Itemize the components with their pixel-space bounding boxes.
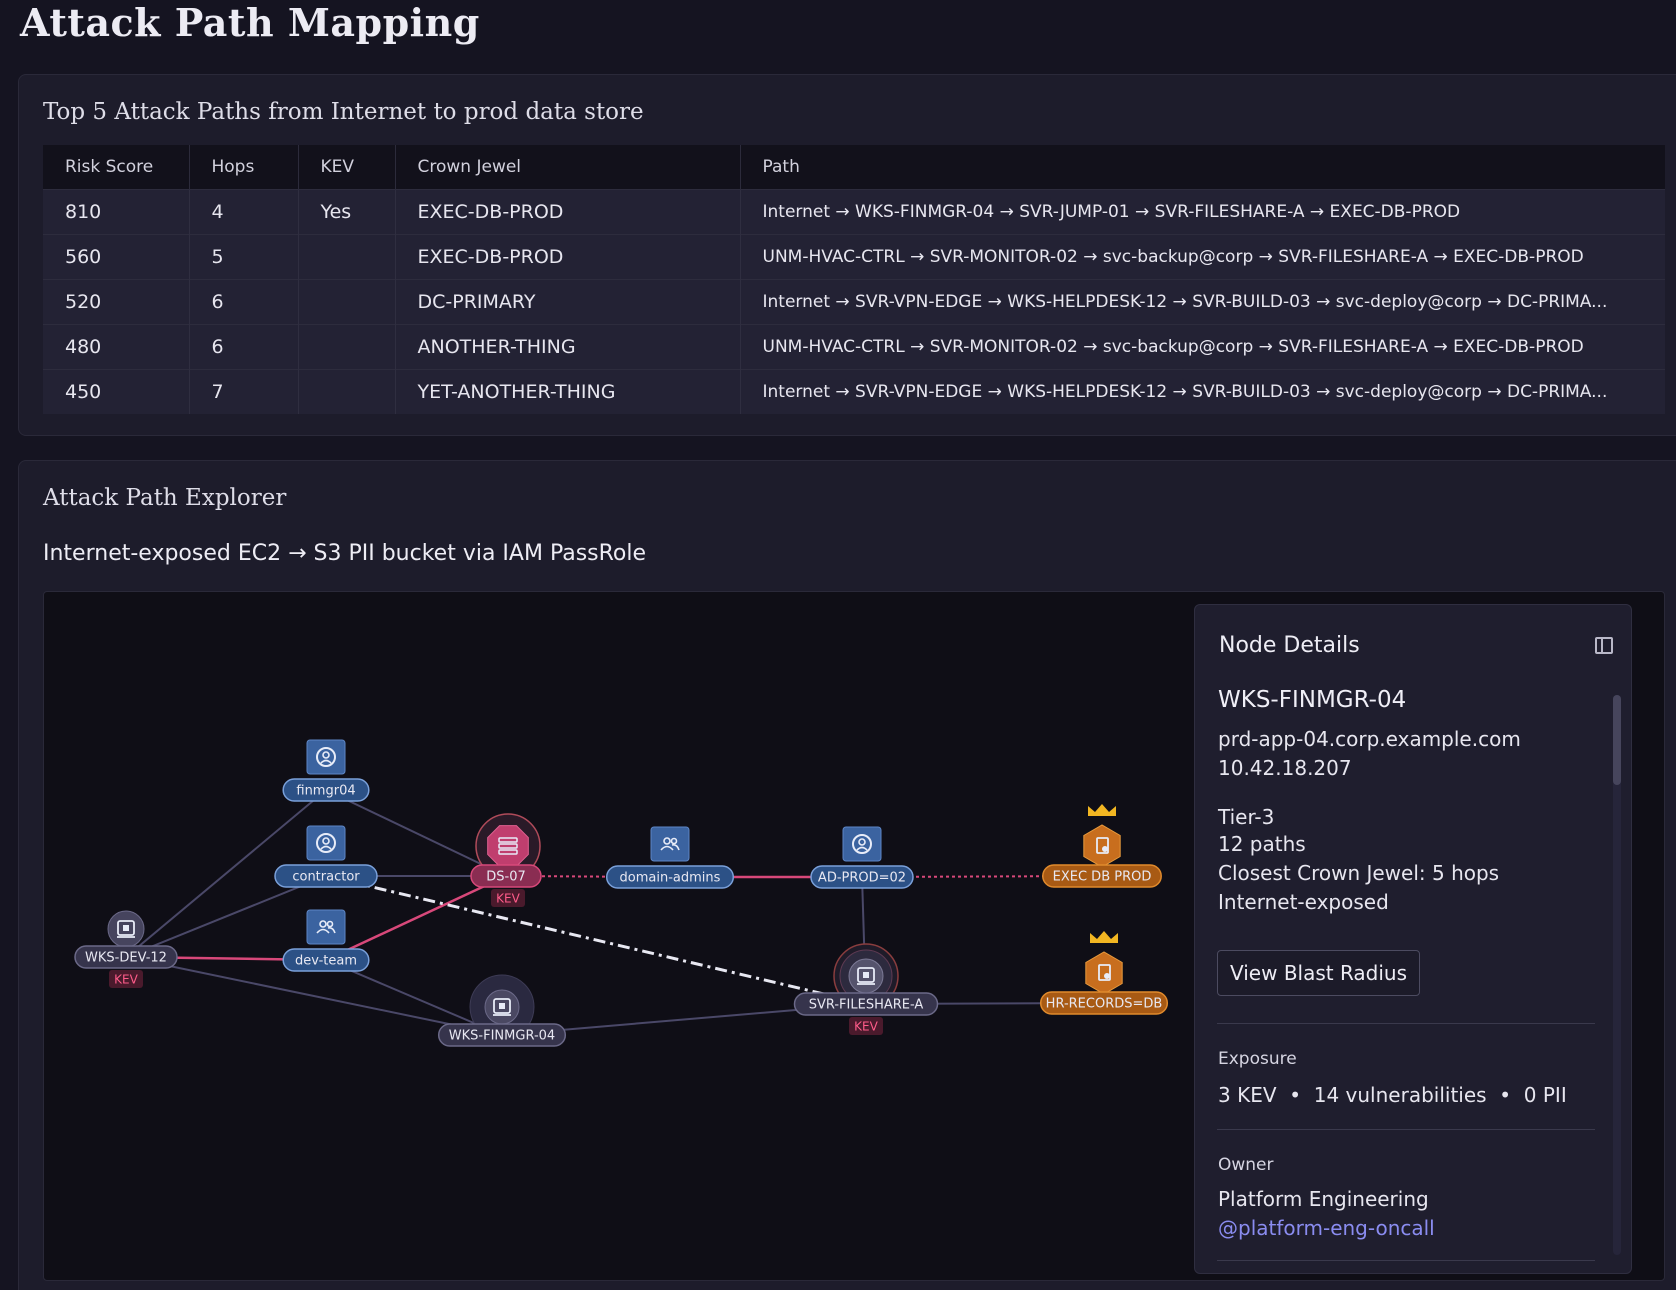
node-label: HR-RECORDS=DB xyxy=(1046,997,1163,1012)
node-tier: Tier-3 xyxy=(1218,805,1275,829)
node-path-count: 12 paths xyxy=(1218,832,1306,856)
path-link[interactable]: UNM-HVAC-CTRL → SVR-MONITOR-02 → svc-bac… xyxy=(740,323,1665,369)
node-label: domain-admins xyxy=(620,871,721,886)
attack-paths-table: Risk Score Hops KEV Crown Jewel Path 810… xyxy=(43,145,1665,414)
owner-team: Platform Engineering xyxy=(1218,1187,1429,1211)
path-link[interactable]: Internet → SVR-VPN-EDGE → WKS-HELPDESK-1… xyxy=(740,368,1665,414)
node-label: SVR-FILESHARE-A xyxy=(809,998,924,1013)
graph-edge xyxy=(325,874,867,1006)
explorer-title: Attack Path Explorer xyxy=(43,485,287,511)
crown-jewel-cell: YET-ANOTHER-THING xyxy=(395,368,741,414)
node-label: WKS-DEV-12 xyxy=(85,951,167,966)
node-exposure-flag: Internet-exposed xyxy=(1218,890,1389,914)
crown-jewel-cell: EXEC-DB-PROD xyxy=(395,233,741,279)
page-title: Attack Path Mapping xyxy=(20,0,480,45)
hops-cell: 6 xyxy=(189,323,299,369)
node-hostname: WKS-FINMGR-04 xyxy=(1218,687,1407,713)
hops-cell: 5 xyxy=(189,233,299,279)
table-row[interactable]: 560 5 EXEC-DB-PROD UNM-HVAC-CTRL → SVR-M… xyxy=(43,233,1665,279)
path-link[interactable]: Internet → WKS-FINMGR-04 → SVR-JUMP-01 →… xyxy=(740,188,1665,234)
crown-icon xyxy=(1090,931,1118,943)
risk-score-cell: 560 xyxy=(43,233,190,279)
crown-icon xyxy=(1088,804,1116,816)
graph-node-wks-finmgr-04[interactable]: WKS-FINMGR-04 xyxy=(437,974,567,1047)
node-label: finmgr04 xyxy=(296,784,355,799)
node-label: contractor xyxy=(292,870,360,885)
owner-handle-link[interactable]: @platform-eng-oncall xyxy=(1218,1216,1435,1240)
crown-jewel-cell: DC-PRIMARY xyxy=(395,278,741,324)
attack-paths-panel: Top 5 Attack Paths from Internet to prod… xyxy=(18,74,1676,436)
graph-node-dev-team[interactable]: dev-team xyxy=(282,909,370,972)
panel-collapse-icon[interactable] xyxy=(1595,637,1613,654)
column-header-crown-jewel[interactable]: Crown Jewel xyxy=(395,145,741,189)
graph-node-svr-fileshare-a[interactable]: SVR-FILESHARE-A KEV xyxy=(793,943,939,1035)
view-blast-radius-button[interactable]: View Blast Radius xyxy=(1217,950,1421,996)
details-scrollbar[interactable] xyxy=(1613,695,1621,1255)
scrollbar-thumb[interactable] xyxy=(1613,695,1621,785)
kev-cell: Yes xyxy=(298,188,396,234)
table-row[interactable]: 480 6 ANOTHER-THING UNM-HVAC-CTRL → SVR-… xyxy=(43,323,1665,369)
divider xyxy=(1217,1129,1595,1130)
kev-badge: KEV xyxy=(114,973,138,987)
divider xyxy=(1217,1023,1595,1024)
node-label: AD-PROD=02 xyxy=(818,871,906,886)
node-label: DS-07 xyxy=(486,870,526,885)
node-details-title: Node Details xyxy=(1219,633,1360,658)
node-label: EXEC DB PROD xyxy=(1053,870,1152,885)
risk-score-cell: 810 xyxy=(43,188,190,234)
attack-paths-title: Top 5 Attack Paths from Internet to prod… xyxy=(43,99,644,125)
hops-cell: 7 xyxy=(189,368,299,414)
graph-edge xyxy=(325,874,507,962)
crown-jewel-cell: ANOTHER-THING xyxy=(395,323,741,369)
graph-edge xyxy=(125,875,327,958)
column-header-path[interactable]: Path xyxy=(740,145,1665,189)
graph-node-ds-07[interactable]: DS-07 KEV xyxy=(470,813,542,907)
graph-node-domain-admins[interactable]: domain-admins xyxy=(605,826,735,889)
column-header-kev[interactable]: KEV xyxy=(298,145,396,189)
column-header-hops[interactable]: Hops xyxy=(189,145,299,189)
node-label: WKS-FINMGR-04 xyxy=(449,1029,555,1044)
kev-badge: KEV xyxy=(496,892,520,906)
path-link[interactable]: UNM-HVAC-CTRL → SVR-MONITOR-02 → svc-bac… xyxy=(740,233,1665,279)
table-header-row: Risk Score Hops KEV Crown Jewel Path xyxy=(43,145,1665,189)
graph-node-hr-records-db[interactable]: HR-RECORDS=DB xyxy=(1039,931,1169,1015)
table-row[interactable]: 450 7 YET-ANOTHER-THING Internet → SVR-V… xyxy=(43,368,1665,414)
divider xyxy=(1217,1260,1595,1261)
table-row[interactable]: 520 6 DC-PRIMARY Internet → SVR-VPN-EDGE… xyxy=(43,278,1665,324)
path-link[interactable]: Internet → SVR-VPN-EDGE → WKS-HELPDESK-1… xyxy=(740,278,1665,324)
exposure-value: 3 KEV • 14 vulnerabilities • 0 PII xyxy=(1218,1083,1567,1107)
exposure-label: Exposure xyxy=(1218,1049,1297,1069)
node-details-panel: Node Details WKS-FINMGR-04 prd-app-04.co… xyxy=(1194,604,1632,1274)
table-row[interactable]: 810 4 Yes EXEC-DB-PROD Internet → WKS-FI… xyxy=(43,188,1665,234)
graph-node-contractor[interactable]: contractor xyxy=(274,825,378,888)
node-closest-crown-jewel: Closest Crown Jewel: 5 hops xyxy=(1218,861,1500,885)
kev-badge: KEV xyxy=(854,1020,878,1034)
graph-node-finmgr04[interactable]: finmgr04 xyxy=(282,739,370,802)
risk-score-cell: 450 xyxy=(43,368,190,414)
node-ip: 10.42.18.207 xyxy=(1218,756,1352,780)
kev-cell xyxy=(298,323,396,369)
risk-score-cell: 480 xyxy=(43,323,190,369)
crown-jewel-cell: EXEC-DB-PROD xyxy=(395,188,741,234)
hops-cell: 4 xyxy=(189,188,299,234)
graph-node-wks-dev-12[interactable]: WKS-DEV-12 KEV xyxy=(74,910,178,988)
hops-cell: 6 xyxy=(189,278,299,324)
kev-cell xyxy=(298,368,396,414)
attack-path-explorer-panel: Attack Path Explorer Internet-exposed EC… xyxy=(18,460,1676,1290)
node-fqdn: prd-app-04.corp.example.com xyxy=(1218,727,1521,751)
risk-score-cell: 520 xyxy=(43,278,190,324)
graph-node-ad-prod-02[interactable]: AD-PROD=02 xyxy=(810,826,914,889)
attack-path-graph[interactable]: WKS-DEV-12 KEV finmgr04 contractor dev-team D… xyxy=(43,591,1665,1281)
kev-cell xyxy=(298,233,396,279)
owner-label: Owner xyxy=(1218,1155,1274,1175)
node-label: dev-team xyxy=(295,954,357,969)
explorer-subtitle: Internet-exposed EC2 → S3 PII bucket via… xyxy=(43,541,647,566)
graph-node-exec-db-prod[interactable]: EXEC DB PROD xyxy=(1042,804,1162,888)
column-header-risk[interactable]: Risk Score xyxy=(43,145,190,189)
kev-cell xyxy=(298,278,396,324)
